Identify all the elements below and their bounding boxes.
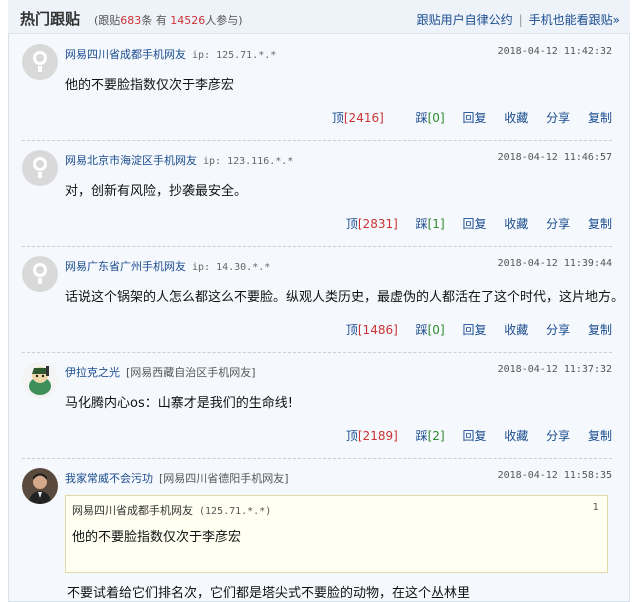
user-location: [网易西藏自治区手机网友] xyxy=(126,366,256,379)
collect-button[interactable]: 收藏 xyxy=(504,323,528,337)
comment-actions: 顶[1486] 踩[0] 回复 收藏 分享 复制 xyxy=(332,321,612,338)
reply-count: 683 xyxy=(120,14,142,27)
user-ip: ip: 125.71.*.* xyxy=(192,50,277,61)
comment-item: 网易北京市海淀区手机网友 ip: 123.116.*.* 2018-04-12 1… xyxy=(22,140,612,247)
quote-floor-number: 1 xyxy=(592,502,599,513)
user-name[interactable]: 我家常威不会污功 xyxy=(65,472,153,485)
comment-text: 他的不要脸指数仅次于李彦宏 xyxy=(65,78,235,93)
comment-item: 伊拉克之光 [网易西藏自治区手机网友] 2018-04-12 11:37:32 马… xyxy=(22,352,612,459)
rules-link[interactable]: 跟贴用户自律公约 xyxy=(417,13,513,27)
share-button[interactable]: 分享 xyxy=(546,217,570,231)
share-button[interactable]: 分享 xyxy=(546,111,570,125)
user-ip: ip: 14.30.*.* xyxy=(192,262,271,273)
comment-text: 对，创新有风险，抄袭最安全。 xyxy=(65,184,248,199)
comment-text: 不要试着给它们排名次，它们都是塔尖式不要脸的动物，在这个丛林里 xyxy=(67,586,471,601)
user-location: [网易四川省德阳手机网友] xyxy=(159,472,289,485)
default-avatar-icon[interactable] xyxy=(22,256,58,292)
user-name[interactable]: 伊拉克之光 xyxy=(65,366,120,379)
downvote-button[interactable]: 踩[2] xyxy=(416,429,445,443)
upvote-button[interactable]: 顶[2416] xyxy=(318,111,384,125)
quoted-user-ip: (125.71.*.*) xyxy=(199,506,272,517)
downvote-button[interactable]: 踩[0] xyxy=(402,111,445,125)
section-title: 热门跟贴 xyxy=(20,10,81,28)
comment-user-line: 网易广东省广州手机网友 ip: 14.30.*.* xyxy=(65,258,270,274)
cartoon-avatar-icon[interactable] xyxy=(22,362,58,398)
reply-button[interactable]: 回复 xyxy=(462,429,486,443)
user-name[interactable]: 网易北京市海淀区手机网友 xyxy=(65,154,197,167)
comment-text: 话说这个锅架的人怎么都这么不要脸。纵观人类历史，最虚伪的人都活在了这个时代，这片… xyxy=(65,290,625,305)
comment-user-line: 网易四川省成都手机网友 ip: 125.71.*.* xyxy=(65,46,276,62)
comment-actions: 顶[2416] 踩[0] 回复 收藏 分享 复制 xyxy=(304,109,612,126)
collect-button[interactable]: 收藏 xyxy=(504,217,528,231)
comment-text: 马化腾内心os：山寨才是我们的生命线! xyxy=(65,396,293,411)
collect-button[interactable]: 收藏 xyxy=(504,429,528,443)
upvote-button[interactable]: 顶[2831] xyxy=(346,217,398,231)
comment-user-line: 网易北京市海淀区手机网友 ip: 123.116.*.* xyxy=(65,152,293,168)
mobile-link[interactable]: 手机也能看跟贴» xyxy=(529,13,620,27)
comment-time: 2018-04-12 11:42:32 xyxy=(497,46,612,57)
downvote-button[interactable]: 踩[1] xyxy=(416,217,445,231)
comment-time: 2018-04-12 11:58:35 xyxy=(497,470,612,481)
share-button[interactable]: 分享 xyxy=(546,429,570,443)
comment-time: 2018-04-12 11:37:32 xyxy=(497,364,612,375)
user-name[interactable]: 网易广东省广州手机网友 xyxy=(65,260,186,273)
copy-button[interactable]: 复制 xyxy=(588,429,612,443)
comments-header: 热门跟贴 (跟贴683条 有 14526人参与) 跟贴用户自律公约 | 手机也能看跟… xyxy=(8,0,630,34)
copy-button[interactable]: 复制 xyxy=(588,323,612,337)
reply-button[interactable]: 回复 xyxy=(462,323,486,337)
quoted-user-name[interactable]: 网易四川省成都手机网友 xyxy=(72,504,193,517)
reply-button[interactable]: 回复 xyxy=(462,217,486,231)
downvote-button[interactable]: 踩[0] xyxy=(416,323,445,337)
default-avatar-icon[interactable] xyxy=(22,44,58,80)
copy-button[interactable]: 复制 xyxy=(588,217,612,231)
upvote-button[interactable]: 顶[1486] xyxy=(346,323,398,337)
default-avatar-icon[interactable] xyxy=(22,150,58,186)
quoted-text: 他的不要脸指数仅次于李彦宏 xyxy=(72,530,242,545)
photo-avatar-icon[interactable] xyxy=(22,468,58,504)
comment-actions: 顶[2189] 踩[2] 回复 收藏 分享 复制 xyxy=(332,427,612,444)
reply-button[interactable]: 回复 xyxy=(462,111,486,125)
comment-item: 我家常威不会污功 [网易四川省德阳手机网友] 2018-04-12 11:58:3… xyxy=(22,458,612,602)
header-links: 跟贴用户自律公约 | 手机也能看跟贴» xyxy=(416,13,620,27)
share-button[interactable]: 分享 xyxy=(546,323,570,337)
comment-item: 网易四川省成都手机网友 ip: 125.71.*.* 2018-04-12 11:… xyxy=(22,34,612,141)
collect-button[interactable]: 收藏 xyxy=(504,111,528,125)
comment-user-line: 伊拉克之光 [网易西藏自治区手机网友] xyxy=(65,364,256,380)
comment-actions: 顶[2831] 踩[1] 回复 收藏 分享 复制 xyxy=(332,215,612,232)
quoted-comment: 网易四川省成都手机网友 (125.71.*.*) 1 他的不要脸指数仅次于李彦宏 xyxy=(65,495,608,573)
copy-button[interactable]: 复制 xyxy=(588,111,612,125)
participant-count: 14526 xyxy=(170,14,206,27)
comment-time: 2018-04-12 11:46:57 xyxy=(497,152,612,163)
comment-item: 网易广东省广州手机网友 ip: 14.30.*.* 2018-04-12 11:3… xyxy=(22,246,624,353)
comment-stats: (跟贴683条 有 14526人参与) xyxy=(94,14,243,27)
user-ip: ip: 123.116.*.* xyxy=(203,156,294,167)
comment-time: 2018-04-12 11:39:44 xyxy=(497,258,612,269)
user-name[interactable]: 网易四川省成都手机网友 xyxy=(65,48,186,61)
quoted-user-line: 网易四川省成都手机网友 (125.71.*.*) xyxy=(72,502,271,518)
upvote-button[interactable]: 顶[2189] xyxy=(346,429,398,443)
comment-user-line: 我家常威不会污功 [网易四川省德阳手机网友] xyxy=(65,470,289,486)
